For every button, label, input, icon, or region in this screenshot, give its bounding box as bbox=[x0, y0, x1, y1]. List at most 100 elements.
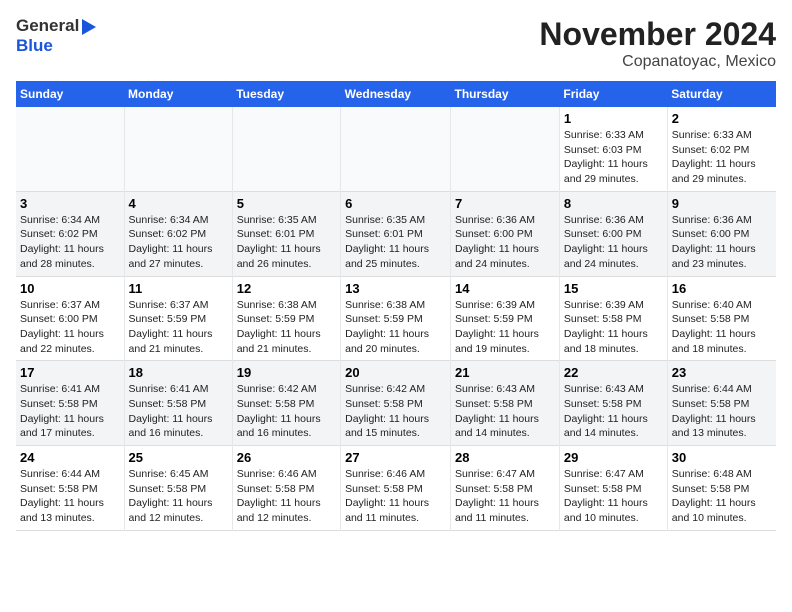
day-info: Sunrise: 6:35 AMSunset: 6:01 PMDaylight:… bbox=[345, 213, 446, 272]
calendar-cell: 5 Sunrise: 6:35 AMSunset: 6:01 PMDaylight… bbox=[232, 191, 340, 276]
calendar-cell: 12Sunrise: 6:38 AMSunset: 5:59 PMDayligh… bbox=[232, 276, 340, 361]
day-number: 18 bbox=[129, 365, 228, 380]
header-thursday: Thursday bbox=[451, 81, 560, 107]
calendar-cell: 24 Sunrise: 6:44 AMSunset: 5:58 PMDayligh… bbox=[16, 446, 124, 531]
day-number: 22 bbox=[564, 365, 663, 380]
calendar-cell: 30Sunrise: 6:48 AMSunset: 5:58 PMDayligh… bbox=[667, 446, 776, 531]
day-info: Sunrise: 6:38 AMSunset: 5:59 PMDaylight:… bbox=[237, 298, 336, 357]
day-info: Sunrise: 6:41 AMSunset: 5:58 PMDaylight:… bbox=[20, 382, 120, 441]
day-info: Sunrise: 6:34 AMSunset: 6:02 PMDaylight:… bbox=[20, 213, 120, 272]
day-info: Sunrise: 6:33 AMSunset: 6:02 PMDaylight:… bbox=[672, 128, 772, 187]
day-info: Sunrise: 6:37 AMSunset: 5:59 PMDaylight:… bbox=[129, 298, 228, 357]
day-number: 25 bbox=[129, 450, 228, 465]
calendar-cell: 19Sunrise: 6:42 AMSunset: 5:58 PMDayligh… bbox=[232, 361, 340, 446]
calendar-cell: 14Sunrise: 6:39 AMSunset: 5:59 PMDayligh… bbox=[451, 276, 560, 361]
day-info: Sunrise: 6:39 AMSunset: 5:58 PMDaylight:… bbox=[564, 298, 663, 357]
day-info: Sunrise: 6:33 AMSunset: 6:03 PMDaylight:… bbox=[564, 128, 663, 187]
day-info: Sunrise: 6:36 AMSunset: 6:00 PMDaylight:… bbox=[455, 213, 555, 272]
calendar-week-row: 1 Sunrise: 6:33 AMSunset: 6:03 PMDaylight… bbox=[16, 107, 776, 191]
day-info: Sunrise: 6:43 AMSunset: 5:58 PMDaylight:… bbox=[564, 382, 663, 441]
day-info: Sunrise: 6:43 AMSunset: 5:58 PMDaylight:… bbox=[455, 382, 555, 441]
day-number: 2 bbox=[672, 111, 772, 126]
day-info: Sunrise: 6:36 AMSunset: 6:00 PMDaylight:… bbox=[564, 213, 663, 272]
calendar-cell: 11 Sunrise: 6:37 AMSunset: 5:59 PMDayligh… bbox=[124, 276, 232, 361]
day-number: 28 bbox=[455, 450, 555, 465]
calendar-cell: 3 Sunrise: 6:34 AMSunset: 6:02 PMDaylight… bbox=[16, 191, 124, 276]
calendar-cell: 2 Sunrise: 6:33 AMSunset: 6:02 PMDaylight… bbox=[667, 107, 776, 191]
calendar-cell bbox=[16, 107, 124, 191]
day-info: Sunrise: 6:41 AMSunset: 5:58 PMDaylight:… bbox=[129, 382, 228, 441]
day-number: 23 bbox=[672, 365, 772, 380]
day-number: 27 bbox=[345, 450, 446, 465]
calendar-week-row: 24 Sunrise: 6:44 AMSunset: 5:58 PMDayligh… bbox=[16, 446, 776, 531]
calendar-cell bbox=[232, 107, 340, 191]
calendar-cell: 29Sunrise: 6:47 AMSunset: 5:58 PMDayligh… bbox=[559, 446, 667, 531]
calendar-cell: 20 Sunrise: 6:42 AMSunset: 5:58 PMDayligh… bbox=[341, 361, 451, 446]
header-tuesday: Tuesday bbox=[232, 81, 340, 107]
logo-general: General bbox=[16, 16, 79, 36]
day-number: 24 bbox=[20, 450, 120, 465]
calendar-cell: 17 Sunrise: 6:41 AMSunset: 5:58 PMDayligh… bbox=[16, 361, 124, 446]
day-number: 20 bbox=[345, 365, 446, 380]
calendar-table: SundayMondayTuesdayWednesdayThursdayFrid… bbox=[16, 81, 776, 531]
day-number: 14 bbox=[455, 281, 555, 296]
header-wednesday: Wednesday bbox=[341, 81, 451, 107]
calendar-cell: 10 Sunrise: 6:37 AMSunset: 6:00 PMDayligh… bbox=[16, 276, 124, 361]
logo-chevron-icon bbox=[82, 19, 96, 35]
day-info: Sunrise: 6:34 AMSunset: 6:02 PMDaylight:… bbox=[129, 213, 228, 272]
calendar-cell: 23Sunrise: 6:44 AMSunset: 5:58 PMDayligh… bbox=[667, 361, 776, 446]
calendar-cell: 25Sunrise: 6:45 AMSunset: 5:58 PMDayligh… bbox=[124, 446, 232, 531]
day-number: 21 bbox=[455, 365, 555, 380]
calendar-week-row: 3 Sunrise: 6:34 AMSunset: 6:02 PMDaylight… bbox=[16, 191, 776, 276]
day-number: 26 bbox=[237, 450, 336, 465]
day-info: Sunrise: 6:47 AMSunset: 5:58 PMDaylight:… bbox=[455, 467, 555, 526]
calendar-cell bbox=[341, 107, 451, 191]
day-info: Sunrise: 6:37 AMSunset: 6:00 PMDaylight:… bbox=[20, 298, 120, 357]
day-info: Sunrise: 6:47 AMSunset: 5:58 PMDaylight:… bbox=[564, 467, 663, 526]
day-number: 3 bbox=[20, 196, 120, 211]
day-number: 16 bbox=[672, 281, 772, 296]
header-sunday: Sunday bbox=[16, 81, 124, 107]
calendar-cell: 22 Sunrise: 6:43 AMSunset: 5:58 PMDayligh… bbox=[559, 361, 667, 446]
day-number: 4 bbox=[129, 196, 228, 211]
calendar-cell: 15 Sunrise: 6:39 AMSunset: 5:58 PMDayligh… bbox=[559, 276, 667, 361]
day-number: 19 bbox=[237, 365, 336, 380]
day-info: Sunrise: 6:35 AMSunset: 6:01 PMDaylight:… bbox=[237, 213, 336, 272]
day-number: 15 bbox=[564, 281, 663, 296]
calendar-cell: 28 Sunrise: 6:47 AMSunset: 5:58 PMDayligh… bbox=[451, 446, 560, 531]
calendar-cell bbox=[124, 107, 232, 191]
day-info: Sunrise: 6:40 AMSunset: 5:58 PMDaylight:… bbox=[672, 298, 772, 357]
day-info: Sunrise: 6:48 AMSunset: 5:58 PMDaylight:… bbox=[672, 467, 772, 526]
day-info: Sunrise: 6:44 AMSunset: 5:58 PMDaylight:… bbox=[20, 467, 120, 526]
title-block: November 2024 Copanatoyac, Mexico bbox=[539, 16, 776, 71]
calendar-cell: 4 Sunrise: 6:34 AMSunset: 6:02 PMDaylight… bbox=[124, 191, 232, 276]
calendar-cell: 16 Sunrise: 6:40 AMSunset: 5:58 PMDayligh… bbox=[667, 276, 776, 361]
calendar-cell: 18 Sunrise: 6:41 AMSunset: 5:58 PMDayligh… bbox=[124, 361, 232, 446]
day-info: Sunrise: 6:42 AMSunset: 5:58 PMDaylight:… bbox=[345, 382, 446, 441]
day-number: 5 bbox=[237, 196, 336, 211]
calendar-cell: 13Sunrise: 6:38 AMSunset: 5:59 PMDayligh… bbox=[341, 276, 451, 361]
day-info: Sunrise: 6:46 AMSunset: 5:58 PMDaylight:… bbox=[237, 467, 336, 526]
header-saturday: Saturday bbox=[667, 81, 776, 107]
page-header: General Blue November 2024 Copanatoyac, … bbox=[16, 16, 776, 71]
day-number: 6 bbox=[345, 196, 446, 211]
calendar-week-row: 10 Sunrise: 6:37 AMSunset: 6:00 PMDayligh… bbox=[16, 276, 776, 361]
calendar-cell: 21 Sunrise: 6:43 AMSunset: 5:58 PMDayligh… bbox=[451, 361, 560, 446]
page-subtitle: Copanatoyac, Mexico bbox=[539, 53, 776, 71]
calendar-cell bbox=[451, 107, 560, 191]
day-number: 17 bbox=[20, 365, 120, 380]
day-number: 10 bbox=[20, 281, 120, 296]
day-info: Sunrise: 6:46 AMSunset: 5:58 PMDaylight:… bbox=[345, 467, 446, 526]
logo-blue: Blue bbox=[16, 36, 53, 55]
calendar-cell: 27 Sunrise: 6:46 AMSunset: 5:58 PMDayligh… bbox=[341, 446, 451, 531]
header-monday: Monday bbox=[124, 81, 232, 107]
day-number: 1 bbox=[564, 111, 663, 126]
calendar-cell: 9Sunrise: 6:36 AMSunset: 6:00 PMDaylight… bbox=[667, 191, 776, 276]
day-number: 13 bbox=[345, 281, 446, 296]
calendar-week-row: 17 Sunrise: 6:41 AMSunset: 5:58 PMDayligh… bbox=[16, 361, 776, 446]
day-number: 11 bbox=[129, 281, 228, 296]
day-number: 8 bbox=[564, 196, 663, 211]
header-friday: Friday bbox=[559, 81, 667, 107]
day-number: 9 bbox=[672, 196, 772, 211]
logo: General Blue bbox=[16, 16, 96, 56]
